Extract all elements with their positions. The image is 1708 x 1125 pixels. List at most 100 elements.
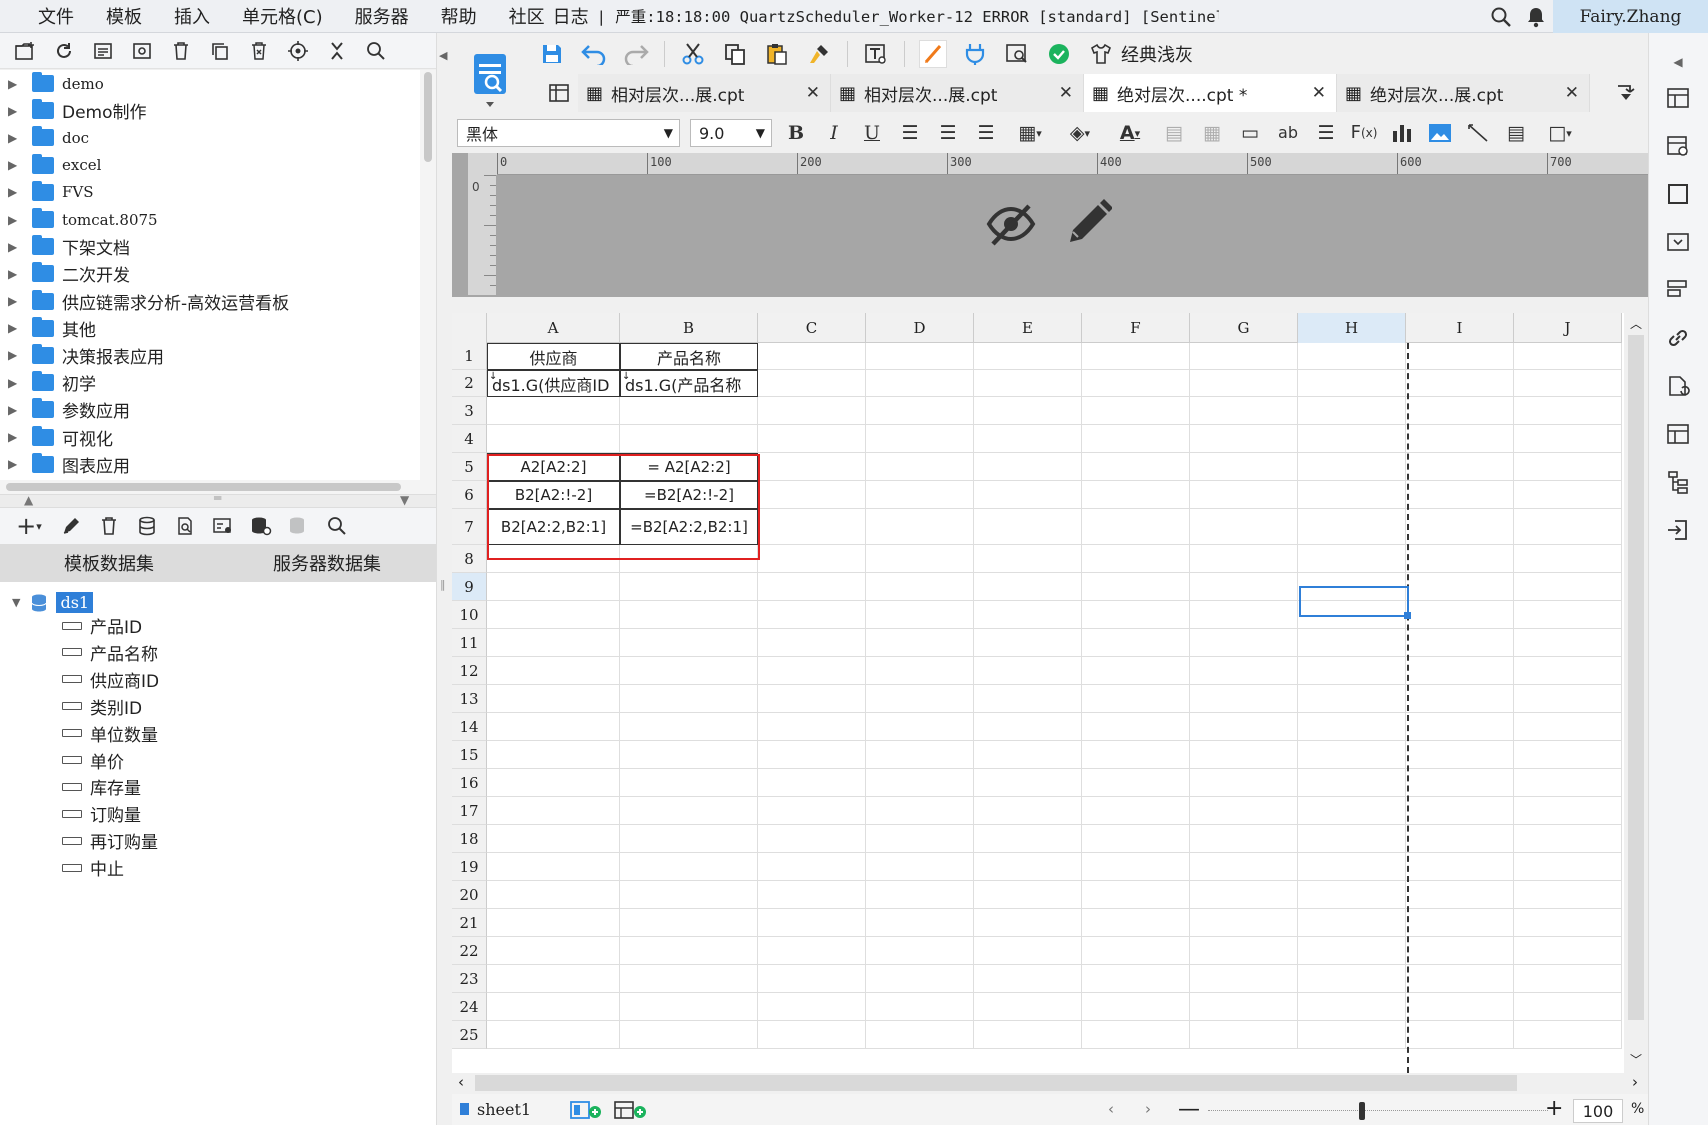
grid-cell[interactable] [974, 853, 1082, 881]
left-panel-collapse[interactable]: ◀ ‖ [436, 33, 452, 1125]
new-folder-icon[interactable] [12, 38, 38, 64]
grid-cell[interactable] [1406, 601, 1514, 629]
row-header[interactable]: 9 [452, 573, 487, 601]
grid-cell[interactable] [1298, 509, 1406, 545]
tree-folder[interactable]: ▶ FVS [0, 179, 420, 206]
grid-cell[interactable] [974, 741, 1082, 769]
grid-cell[interactable] [1514, 909, 1622, 937]
doc-tab[interactable]: ▦ 相对层次...展.cpt ✕ [831, 74, 1084, 112]
grid-cell[interactable] [1514, 825, 1622, 853]
grid-cell[interactable] [1298, 481, 1406, 509]
grid-cell[interactable] [758, 797, 866, 825]
grid-cell[interactable] [1514, 629, 1622, 657]
grid-cell[interactable] [1406, 370, 1514, 397]
grid-cell[interactable] [866, 965, 974, 993]
theme-name[interactable]: 经典浅灰 [1121, 41, 1193, 67]
grid-cell[interactable] [1082, 425, 1190, 453]
grid-cell[interactable] [1082, 937, 1190, 965]
row-header[interactable]: 12 [452, 657, 487, 685]
grid-cell[interactable] [1298, 909, 1406, 937]
subreport-icon[interactable]: ▤ [1502, 119, 1530, 147]
grid-cell[interactable] [487, 425, 620, 453]
delete-dataset-icon[interactable] [96, 513, 122, 539]
theme-shirt-icon[interactable] [1087, 40, 1115, 68]
refresh-icon[interactable] [51, 38, 77, 64]
grid-cell[interactable] [1082, 629, 1190, 657]
tab-list-icon[interactable] [540, 74, 578, 112]
grid-cell[interactable] [866, 825, 974, 853]
align-center-icon[interactable]: ☰ [934, 119, 962, 147]
expand-arrow-icon[interactable]: ▼ [12, 596, 20, 609]
grid-cell[interactable] [1082, 453, 1190, 481]
column-header[interactable]: C [758, 313, 866, 343]
grid-cell[interactable] [866, 509, 974, 545]
row-header[interactable]: 10 [452, 601, 487, 629]
grid-cell[interactable] [1298, 937, 1406, 965]
row-header[interactable]: 23 [452, 965, 487, 993]
grid-cell[interactable] [974, 713, 1082, 741]
grid-cell[interactable] [1298, 397, 1406, 425]
grid-cell[interactable] [620, 685, 758, 713]
grid-cell[interactable] [1298, 685, 1406, 713]
grid-cell[interactable] [1514, 993, 1622, 1021]
grid-cell[interactable] [1298, 343, 1406, 370]
database-icon[interactable] [134, 513, 160, 539]
grid-cell[interactable] [1406, 937, 1514, 965]
grid-cell[interactable] [758, 397, 866, 425]
grid-cell[interactable] [1190, 629, 1298, 657]
grid-cell[interactable] [866, 993, 974, 1021]
grid-cell[interactable] [866, 1021, 974, 1049]
underline-icon[interactable]: U [858, 119, 886, 147]
collapse-up-icon[interactable]: ▲ [24, 493, 33, 507]
grid-cell[interactable] [1406, 993, 1514, 1021]
zoom-slider-track[interactable] [1208, 1110, 1548, 1111]
scroll-right-icon[interactable]: › [1632, 1073, 1638, 1091]
grid-cell[interactable] [1514, 370, 1622, 397]
grid-cell[interactable] [1298, 657, 1406, 685]
grid-cell[interactable] [758, 629, 866, 657]
grid-cell[interactable] [866, 853, 974, 881]
tree-structure-icon[interactable] [1664, 468, 1692, 496]
dataset-field[interactable]: 类别ID [62, 693, 142, 720]
column-header[interactable]: G [1190, 313, 1298, 343]
save-icon[interactable] [538, 40, 566, 68]
grid-cell[interactable] [1082, 370, 1190, 397]
grid-cell[interactable] [1406, 685, 1514, 713]
slash-icon[interactable] [1464, 119, 1492, 147]
grid-cell[interactable] [866, 425, 974, 453]
grid-cell[interactable] [758, 881, 866, 909]
grid-cell[interactable] [866, 909, 974, 937]
tab-server-dataset[interactable]: 服务器数据集 [218, 544, 436, 582]
preview-image-icon[interactable] [1003, 40, 1031, 68]
lock-delete-icon[interactable] [246, 38, 272, 64]
grid-cell[interactable] [1406, 425, 1514, 453]
grid-cell[interactable] [1082, 741, 1190, 769]
grid-cell[interactable] [1514, 769, 1622, 797]
grid-cell[interactable] [1298, 453, 1406, 481]
grid-cell[interactable] [974, 965, 1082, 993]
grid-cell[interactable] [1082, 797, 1190, 825]
font-size-select[interactable]: 9.0 ▼ [690, 119, 772, 147]
grid-cell[interactable] [866, 881, 974, 909]
grid-cell[interactable] [1406, 453, 1514, 481]
tree-folder[interactable]: ▶ excel [0, 152, 420, 179]
tree-folder[interactable]: ▶ Demo制作 [0, 97, 420, 124]
menu-file[interactable]: 文件 [0, 3, 90, 29]
grid-cell[interactable] [758, 965, 866, 993]
grid-cell[interactable] [620, 965, 758, 993]
grid-cell[interactable] [1082, 601, 1190, 629]
formula-brush-icon[interactable] [919, 40, 947, 68]
grid-cell[interactable] [1190, 657, 1298, 685]
grid-cell[interactable] [866, 713, 974, 741]
grid-cell[interactable] [1082, 657, 1190, 685]
widget-settings-icon[interactable] [1664, 180, 1692, 208]
expand-arrow-icon[interactable]: ▶ [8, 213, 20, 227]
grid-cell[interactable] [1514, 453, 1622, 481]
grid-cell[interactable] [866, 741, 974, 769]
grid-cell[interactable] [866, 601, 974, 629]
grid-cell[interactable] [758, 909, 866, 937]
border-icon[interactable]: ▦ ▾ [1010, 119, 1050, 147]
grid-cell[interactable] [758, 1021, 866, 1049]
grid-cell[interactable] [487, 741, 620, 769]
close-icon[interactable]: ✕ [1059, 83, 1073, 103]
